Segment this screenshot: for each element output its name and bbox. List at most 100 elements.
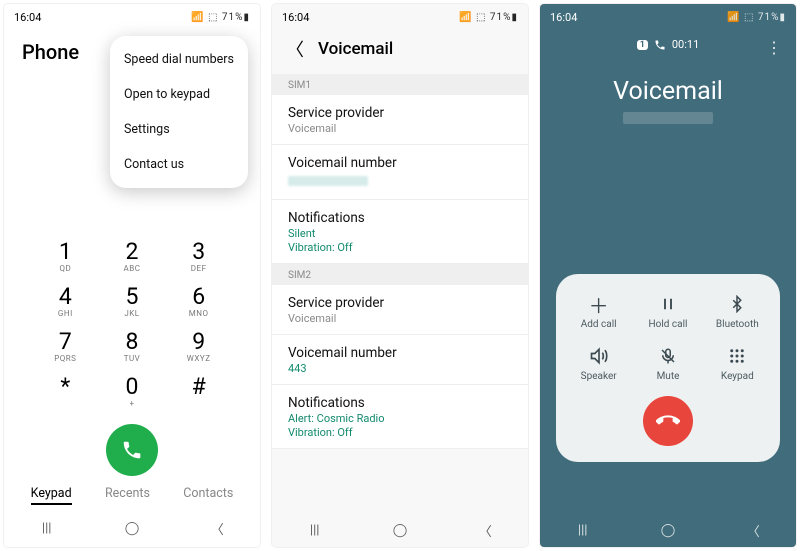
row-voicemail-number-2[interactable]: Voicemail number 443 <box>272 335 528 385</box>
nav-bar: ||| ◯ 〈 <box>4 511 260 545</box>
sim-badge: 1 <box>637 40 648 50</box>
bluetooth-icon <box>703 292 772 316</box>
redacted-number <box>623 112 713 124</box>
row-title: Service provider <box>288 105 512 121</box>
row-subtitle: Voicemail <box>288 122 512 135</box>
key-2[interactable]: 2ABC <box>99 240 166 273</box>
menu-item-speed-dial[interactable]: Speed dial numbers <box>110 42 248 77</box>
plus-icon: ＋ <box>564 292 633 316</box>
control-hold-call[interactable]: Hold call <box>633 292 702 330</box>
key-0[interactable]: 0+ <box>99 375 166 408</box>
key-4[interactable]: 4GHI <box>32 285 99 318</box>
row-title: Voicemail number <box>288 155 512 171</box>
row-title: Notifications <box>288 395 512 411</box>
tab-keypad[interactable]: Keypad <box>31 486 72 505</box>
phone-icon <box>654 39 666 51</box>
nav-recents-icon[interactable]: ||| <box>295 523 335 538</box>
voicemail-settings: 16:04 📶 ⬚ 71%▮ 〈 Voicemail SIM1 Service … <box>272 4 528 547</box>
key-8[interactable]: 8TUV <box>99 330 166 363</box>
call-timer: 00:11 <box>672 38 699 51</box>
control-mute[interactable]: Mute <box>633 344 702 382</box>
nav-home-icon[interactable]: ◯ <box>112 521 152 536</box>
key-hash[interactable]: # <box>165 375 232 408</box>
redacted-number <box>288 176 368 186</box>
nav-recents-icon[interactable]: ||| <box>563 523 603 538</box>
control-add-call[interactable]: ＋ Add call <box>564 292 633 330</box>
status-bar: 16:04 📶 ⬚ 71%▮ <box>540 4 796 26</box>
row-service-provider-1[interactable]: Service provider Voicemail <box>272 95 528 145</box>
tab-recents[interactable]: Recents <box>105 486 150 505</box>
screen-header: 〈 Voicemail <box>272 26 528 74</box>
status-bar: 16:04 📶 ⬚ 71%▮ <box>272 4 528 26</box>
control-label: Keypad <box>703 371 772 382</box>
row-line: Vibration: Off <box>288 241 512 254</box>
row-line: Vibration: Off <box>288 426 512 439</box>
tab-contacts[interactable]: Contacts <box>183 486 233 505</box>
control-label: Hold call <box>633 319 702 330</box>
row-notifications-1[interactable]: Notifications Silent Vibration: Off <box>272 200 528 264</box>
status-time: 16:04 <box>550 11 577 24</box>
dial-keypad: 1QD 2ABC 3DEF 4GHI 5JKL 6MNO 7PQRS 8TUV … <box>4 240 260 408</box>
menu-item-settings[interactable]: Settings <box>110 112 248 147</box>
section-sim2: SIM2 <box>272 264 528 285</box>
nav-back-icon[interactable]: 〈 <box>465 521 505 540</box>
key-6[interactable]: 6MNO <box>165 285 232 318</box>
nav-home-icon[interactable]: ◯ <box>648 523 688 538</box>
keypad-icon <box>703 344 772 368</box>
dial-button[interactable] <box>106 424 158 476</box>
control-keypad[interactable]: Keypad <box>703 344 772 382</box>
status-time: 16:04 <box>282 11 309 24</box>
back-icon[interactable]: 〈 <box>286 36 304 62</box>
row-title: Service provider <box>288 295 512 311</box>
control-label: Mute <box>633 371 702 382</box>
call-title: Voicemail <box>540 77 796 106</box>
nav-back-icon[interactable]: 〈 <box>197 519 237 538</box>
key-3[interactable]: 3DEF <box>165 240 232 273</box>
control-speaker[interactable]: Speaker <box>564 344 633 382</box>
nav-bar: ||| ◯ 〈 <box>540 513 796 547</box>
nav-back-icon[interactable]: 〈 <box>733 521 773 540</box>
status-icons: 📶 ⬚ 71%▮ <box>191 12 250 23</box>
in-call-screen: 16:04 📶 ⬚ 71%▮ 1 00:11 ⋮ Voicemail ＋ Add… <box>540 4 796 547</box>
row-title: Voicemail number <box>288 345 512 361</box>
phone-app-dialer: 16:04 📶 ⬚ 71%▮ Phone Speed dial numbers … <box>4 4 260 547</box>
menu-item-contact-us[interactable]: Contact us <box>110 147 248 182</box>
menu-item-open-keypad[interactable]: Open to keypad <box>110 77 248 112</box>
row-value: 443 <box>288 362 512 375</box>
phone-icon <box>121 439 143 461</box>
row-service-provider-2[interactable]: Service provider Voicemail <box>272 285 528 335</box>
screen-title: Voicemail <box>318 39 393 59</box>
nav-recents-icon[interactable]: ||| <box>27 521 67 536</box>
row-line: Silent <box>288 227 512 240</box>
control-label: Speaker <box>564 371 633 382</box>
row-subtitle: Voicemail <box>288 312 512 325</box>
overflow-icon[interactable]: ⋮ <box>766 38 782 57</box>
section-sim1: SIM1 <box>272 74 528 95</box>
status-icons: 📶 ⬚ 71%▮ <box>459 12 518 23</box>
status-bar: 16:04 📶 ⬚ 71%▮ <box>4 4 260 26</box>
row-title: Notifications <box>288 210 512 226</box>
pause-icon <box>633 292 702 316</box>
key-star[interactable]: * <box>32 375 99 408</box>
nav-home-icon[interactable]: ◯ <box>380 523 420 538</box>
hangup-icon <box>656 409 680 433</box>
call-status: 1 00:11 ⋮ <box>540 26 796 53</box>
status-time: 16:04 <box>14 11 41 24</box>
key-1[interactable]: 1QD <box>32 240 99 273</box>
control-label: Bluetooth <box>703 319 772 330</box>
row-notifications-2[interactable]: Notifications Alert: Cosmic Radio Vibrat… <box>272 385 528 449</box>
key-5[interactable]: 5JKL <box>99 285 166 318</box>
nav-bar: ||| ◯ 〈 <box>272 513 528 547</box>
overflow-menu: Speed dial numbers Open to keypad Settin… <box>110 36 248 188</box>
status-icons: 📶 ⬚ 71%▮ <box>727 12 786 23</box>
key-9[interactable]: 9WXYZ <box>165 330 232 363</box>
call-controls: ＋ Add call Hold call Bluetooth Speaker M… <box>556 274 780 462</box>
control-label: Add call <box>564 319 633 330</box>
bottom-tabs: Keypad Recents Contacts <box>4 480 260 511</box>
app-title: Phone <box>22 36 79 64</box>
control-bluetooth[interactable]: Bluetooth <box>703 292 772 330</box>
row-line: Alert: Cosmic Radio <box>288 412 512 425</box>
end-call-button[interactable] <box>643 396 693 446</box>
key-7[interactable]: 7PQRS <box>32 330 99 363</box>
row-voicemail-number-1[interactable]: Voicemail number <box>272 145 528 200</box>
